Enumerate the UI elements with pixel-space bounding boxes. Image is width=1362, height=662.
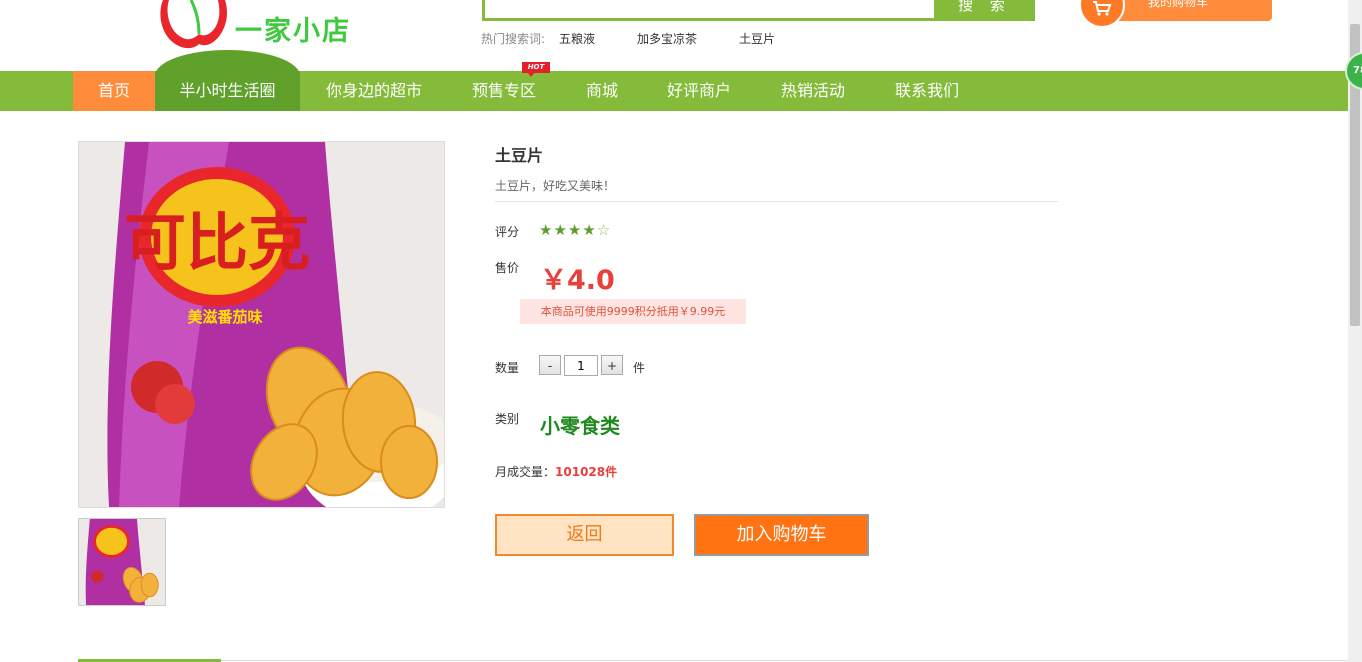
logo[interactable]: 一家小店	[155, 0, 385, 52]
price-label: 售价	[495, 261, 520, 275]
rating-label: 评分	[495, 225, 520, 239]
quantity-unit: 件	[633, 361, 646, 375]
nav-item-home[interactable]: 首页	[73, 71, 155, 111]
search-input[interactable]	[482, 0, 940, 21]
back-button[interactable]: 返回	[495, 514, 674, 556]
cart-label: 我的购物车	[1148, 0, 1209, 9]
nav-item-top-rated-merchants[interactable]: 好评商户	[657, 71, 741, 111]
product-image-flavor: 美滋番茄味	[187, 308, 262, 326]
star-filled-icon: ★	[553, 221, 568, 239]
price-value: ￥4.0	[540, 265, 615, 296]
potato-chips-bag-image: 可比克 美滋番茄味	[79, 142, 459, 522]
category-label: 类别	[495, 412, 520, 426]
nav-item-presale[interactable]: 预售专区	[459, 71, 549, 111]
hot-search-label: 热门搜索词:	[481, 32, 546, 46]
hot-word-link[interactable]: 五粮液	[559, 30, 595, 47]
monthly-sales: 月成交量：101028件	[495, 463, 617, 480]
points-note: 本商品可使用9999积分抵用￥9.99元	[520, 299, 746, 324]
monthly-sales-label: 月成交量：	[495, 465, 556, 479]
logo-text: 一家小店	[235, 16, 351, 47]
nav-item-hot-deals[interactable]: 热销活动	[771, 71, 855, 111]
cart-icon[interactable]	[1079, 0, 1125, 28]
quantity-input[interactable]	[564, 355, 598, 376]
hot-word-link[interactable]: 加多宝凉茶	[637, 30, 697, 47]
star-empty-icon: ☆	[596, 221, 612, 239]
category-value: 小零食类	[540, 414, 620, 438]
bottom-tab-border	[78, 660, 1348, 661]
nav-item-contact-us[interactable]: 联系我们	[885, 71, 969, 111]
quantity-decrement-button[interactable]: -	[539, 355, 561, 375]
nav-item-mall[interactable]: 商城	[573, 71, 631, 111]
quantity-label: 数量	[495, 361, 520, 375]
shopping-cart-icon	[1093, 1, 1112, 16]
rating-stars: ★★★★☆	[539, 221, 611, 239]
product-image-logo: 可比克	[124, 206, 310, 279]
nav-item-nearby-supermarket[interactable]: 你身边的超市	[314, 71, 434, 111]
hot-word-link[interactable]: 土豆片	[739, 30, 775, 47]
hot-badge: HOT	[522, 62, 550, 77]
potato-chips-thumbnail-image	[79, 519, 165, 605]
product-thumbnail[interactable]	[78, 518, 166, 606]
quantity-increment-button[interactable]: +	[601, 355, 623, 375]
search-button[interactable]: 搜 索	[934, 0, 1035, 21]
product-description: 土豆片，好吃又美味！	[495, 179, 616, 193]
monthly-sales-value: 101028件	[555, 465, 618, 479]
nav-item-half-hour-circle[interactable]: 半小时生活圈	[155, 71, 300, 111]
star-filled-icon: ★	[539, 221, 554, 239]
divider	[495, 201, 1058, 202]
product-title: 土豆片	[495, 146, 544, 165]
add-to-cart-button[interactable]: 加入购物车	[694, 514, 869, 556]
star-filled-icon: ★	[582, 221, 597, 239]
apple-logo-icon	[160, 0, 227, 49]
product-main-image: 可比克 美滋番茄味	[78, 141, 459, 522]
star-filled-icon: ★	[567, 221, 583, 239]
main-nav: 首页 半小时生活圈 你身边的超市 预售专区 商城 好评商户 热销活动 联系我们	[0, 71, 1348, 111]
